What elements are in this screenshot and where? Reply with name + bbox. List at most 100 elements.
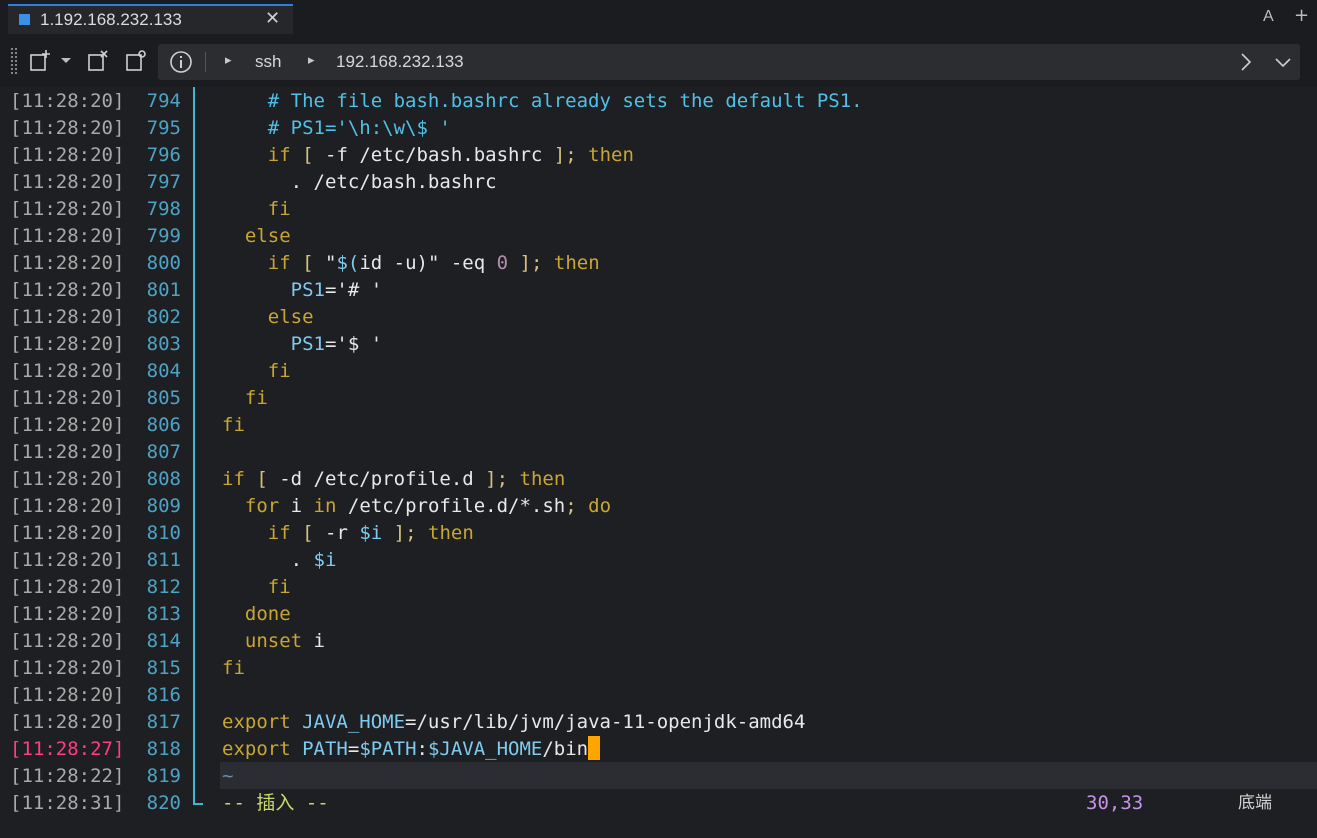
terminal-line: [11:28:27] 818 export PATH=$PATH:$JAVA_HOM… <box>0 736 1317 763</box>
code-text: export JAVA_HOME=/usr/lib/jvm/java-11-op… <box>222 711 806 733</box>
new-session-icon[interactable] <box>28 49 52 73</box>
code-text: . /etc/bash.bashrc <box>222 171 497 193</box>
terminal-line: [11:28:31] 820 -- 插入 -- 30,33 底端 <box>0 790 1317 817</box>
chevron-right-icon[interactable] <box>1236 52 1256 72</box>
line-number: 800 <box>146 252 181 274</box>
terminal-line: [11:28:20] 805 fi <box>0 385 1317 412</box>
line-timestamp: [11:28:20] <box>10 333 125 355</box>
code-text: done <box>244 603 291 625</box>
line-timestamp: [11:28:20] <box>10 225 125 247</box>
line-timestamp: [11:28:27] <box>10 738 125 760</box>
line-timestamp: [11:28:20] <box>10 603 125 625</box>
font-settings-button[interactable]: A <box>1263 8 1274 26</box>
line-number: 804 <box>146 360 181 382</box>
close-tab-icon[interactable]: ✕ <box>265 8 280 29</box>
chevron-down-icon[interactable] <box>60 57 72 65</box>
code-text: fi <box>244 387 268 409</box>
line-number: 818 <box>146 738 181 760</box>
line-number: 798 <box>146 198 181 220</box>
line-timestamp: [11:28:20] <box>10 468 125 490</box>
terminal-line: [11:28:20] 810 if [ -r $i ]; then <box>0 520 1317 547</box>
line-timestamp: [11:28:20] <box>10 522 125 544</box>
chevron-down-icon[interactable] <box>1273 52 1293 72</box>
line-number: 797 <box>146 171 181 193</box>
line-timestamp: [11:28:20] <box>10 414 125 436</box>
session-tab[interactable]: 1.192.168.232.133 ✕ <box>8 4 293 34</box>
breadcrumb-arrow-icon: ▸ <box>225 53 232 68</box>
text-cursor <box>588 736 601 760</box>
line-number: 817 <box>146 711 181 733</box>
line-timestamp: [11:28:20] <box>10 657 125 679</box>
line-timestamp: [11:28:20] <box>10 252 125 274</box>
line-number: 799 <box>146 225 181 247</box>
code-text: # The file bash.bashrc already sets the … <box>222 90 863 112</box>
terminal-line: [11:28:20] 807 <box>0 439 1317 466</box>
line-timestamp: [11:28:20] <box>10 711 125 733</box>
line-timestamp: [11:28:20] <box>10 90 125 112</box>
line-number: 802 <box>146 306 181 328</box>
line-timestamp: [11:28:22] <box>10 765 125 787</box>
terminal-line: [11:28:20] 811 . $i <box>0 547 1317 574</box>
terminal-line: [11:28:20] 808 if [ -d /etc/profile.d ]; t… <box>0 466 1317 493</box>
code-text: if [ "$(id -u)" -eq 0 ]; then <box>267 252 600 274</box>
line-timestamp: [11:28:20] <box>10 171 125 193</box>
tab-bar: 1.192.168.232.133 ✕ A + <box>0 0 1317 38</box>
code-text: fi <box>267 576 291 598</box>
line-timestamp: [11:28:31] <box>10 792 125 814</box>
line-timestamp: [11:28:20] <box>10 441 125 463</box>
code-text: if [ -f /etc/bash.bashrc ]; then <box>267 144 634 166</box>
divider <box>205 52 206 72</box>
line-timestamp: [11:28:20] <box>10 495 125 517</box>
code-text: if [ -r $i ]; then <box>267 522 474 544</box>
terminal-line: [11:28:20] 799 else <box>0 223 1317 250</box>
terminal-line: [11:28:20] 803 PS1='$ ' <box>0 331 1317 358</box>
terminal-line: [11:28:20] 814 unset i <box>0 628 1317 655</box>
code-text: # PS1='\h:\w\$ ' <box>222 117 451 139</box>
new-tab-button[interactable]: + <box>1294 5 1309 26</box>
scroll-position: 底端 <box>1238 793 1272 813</box>
code-text: for i in /etc/profile.d/*.sh; do <box>244 495 612 517</box>
terminal-line: [11:28:20] 797 . /etc/bash.bashrc <box>0 169 1317 196</box>
breadcrumb-host[interactable]: 192.168.232.133 <box>336 52 464 72</box>
terminal-line: [11:28:20] 809 for i in /etc/profile.d/*.… <box>0 493 1317 520</box>
code-text: PS1='$ ' <box>290 333 383 355</box>
line-number: 795 <box>146 117 181 139</box>
line-timestamp: [11:28:20] <box>10 144 125 166</box>
code-text: unset i <box>244 630 325 652</box>
duplicate-session-icon[interactable] <box>124 49 148 73</box>
drag-handle-icon[interactable] <box>10 47 18 75</box>
code-text: fi <box>222 414 245 436</box>
terminal-line: [11:28:20] 806 fi <box>0 412 1317 439</box>
line-number: 805 <box>146 387 181 409</box>
toolbar: ▸ ssh ▸ 192.168.232.133 <box>0 37 1317 87</box>
info-icon[interactable] <box>169 50 193 74</box>
terminal-line: [11:28:20] 796 if [ -f /etc/bash.bashrc ]… <box>0 142 1317 169</box>
line-number: 820 <box>146 792 181 814</box>
code-text: else <box>244 225 291 247</box>
address-bar[interactable]: ▸ ssh ▸ 192.168.232.133 <box>158 44 1300 80</box>
terminal-line: [11:28:20] 800 if [ "$(id -u)" -eq 0 ]; t… <box>0 250 1317 277</box>
terminal-line: [11:28:20] 817 export JAVA_HOME=/usr/lib/j… <box>0 709 1317 736</box>
line-number: 816 <box>146 684 181 706</box>
line-number: 815 <box>146 657 181 679</box>
cursor-position: 30,33 <box>1086 792 1144 814</box>
terminal-output[interactable]: [11:28:20] 794 # The file bash.bashrc alr… <box>0 87 1317 838</box>
code-text: if [ -d /etc/profile.d ]; then <box>222 468 566 490</box>
terminal-line: [11:28:20] 795 # PS1='\h:\w\$ ' <box>0 115 1317 142</box>
line-number: 811 <box>146 549 181 571</box>
terminal-line: [11:28:20] 798 fi <box>0 196 1317 223</box>
breadcrumb-protocol[interactable]: ssh <box>255 52 281 72</box>
line-number: 812 <box>146 576 181 598</box>
line-number: 806 <box>146 414 181 436</box>
code-text: else <box>267 306 314 328</box>
line-timestamp: [11:28:20] <box>10 630 125 652</box>
terminal-line: [11:28:22] 819 ~ <box>0 763 1317 790</box>
terminal-line: [11:28:20] 801 PS1='# ' <box>0 277 1317 304</box>
line-number: 813 <box>146 603 181 625</box>
line-timestamp: [11:28:20] <box>10 198 125 220</box>
close-session-icon[interactable] <box>86 49 110 73</box>
line-number: 801 <box>146 279 181 301</box>
code-text: fi <box>222 657 245 679</box>
line-timestamp: [11:28:20] <box>10 576 125 598</box>
line-number: 809 <box>146 495 181 517</box>
